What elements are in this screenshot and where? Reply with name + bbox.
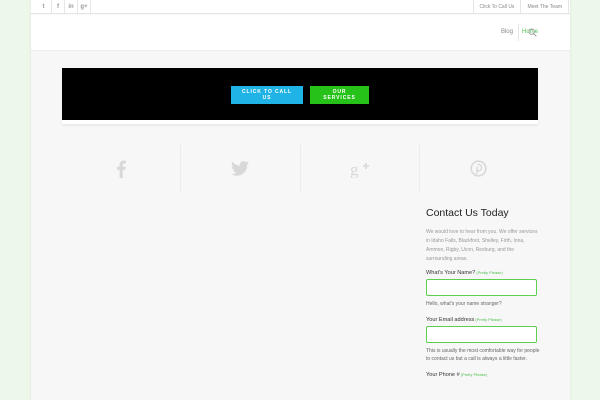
click-to-call-button[interactable]: CLICK TO CALL US bbox=[231, 86, 303, 104]
phone-field-label: Your Phone #(Pretty Please) bbox=[426, 372, 541, 378]
our-services-button[interactable]: OUR SERVICES bbox=[310, 86, 369, 104]
top-social-icons: t f in g+ bbox=[31, 0, 91, 14]
linkedin-icon[interactable]: in bbox=[65, 0, 78, 14]
required-note: (Pretty Please) bbox=[476, 270, 503, 275]
google-plus-icon: g bbox=[350, 160, 369, 178]
nav-divider bbox=[518, 24, 519, 41]
nav-item-blog[interactable]: Blog bbox=[501, 29, 513, 35]
pinterest-icon bbox=[470, 160, 487, 177]
site-header: Blog Home bbox=[31, 15, 570, 51]
hero-buttons: CLICK TO CALL US OUR SERVICES bbox=[62, 86, 538, 104]
required-note: (Pretty Please) bbox=[475, 316, 502, 322]
top-bar: t f in g+ Click To Call Us Meet The Team bbox=[31, 0, 570, 14]
hero-banner: CLICK TO CALL US OUR SERVICES bbox=[62, 68, 538, 124]
facebook-icon[interactable]: f bbox=[52, 0, 65, 14]
phone-label-text: Your Phone # bbox=[426, 371, 460, 378]
social-share-row: g bbox=[62, 145, 538, 192]
email-input[interactable] bbox=[426, 325, 537, 343]
required-note: (Pretty Please) bbox=[460, 371, 488, 377]
email-label-text: Your Email address bbox=[426, 316, 475, 323]
facebook-icon bbox=[117, 160, 127, 178]
contact-title: Contact Us Today bbox=[426, 207, 509, 219]
share-pinterest[interactable] bbox=[420, 145, 538, 192]
email-field-label: Your Email address(Pretty Please) bbox=[426, 317, 541, 323]
contact-sidebar: Contact Us Today We would love to hear f… bbox=[426, 207, 541, 381]
share-twitter[interactable] bbox=[181, 145, 301, 192]
page-container: t f in g+ Click To Call Us Meet The Team… bbox=[31, 0, 570, 400]
share-facebook[interactable] bbox=[62, 145, 182, 192]
top-link-meet-the-team[interactable]: Meet The Team bbox=[520, 0, 569, 14]
svg-text:g: g bbox=[350, 160, 359, 178]
name-input[interactable] bbox=[426, 279, 537, 296]
name-field-label: What's Your Name?(Pretty Please) bbox=[426, 270, 541, 276]
contact-intro: We would love to hear from you. We offer… bbox=[426, 229, 538, 262]
twitter-icon bbox=[231, 161, 250, 176]
share-google-plus[interactable]: g bbox=[301, 145, 420, 192]
name-label-text: What's Your Name? bbox=[426, 270, 476, 276]
top-link-click-to-call[interactable]: Click To Call Us bbox=[472, 0, 521, 14]
name-field-help: Hello, what's your name stranger? bbox=[426, 301, 502, 307]
email-field-help: This is usually the most comfortable way… bbox=[426, 347, 540, 363]
search-icon[interactable] bbox=[528, 28, 537, 37]
top-links: Click To Call Us Meet The Team bbox=[472, 0, 570, 14]
twitter-icon[interactable]: t bbox=[31, 0, 52, 14]
google-plus-icon[interactable]: g+ bbox=[78, 0, 91, 14]
